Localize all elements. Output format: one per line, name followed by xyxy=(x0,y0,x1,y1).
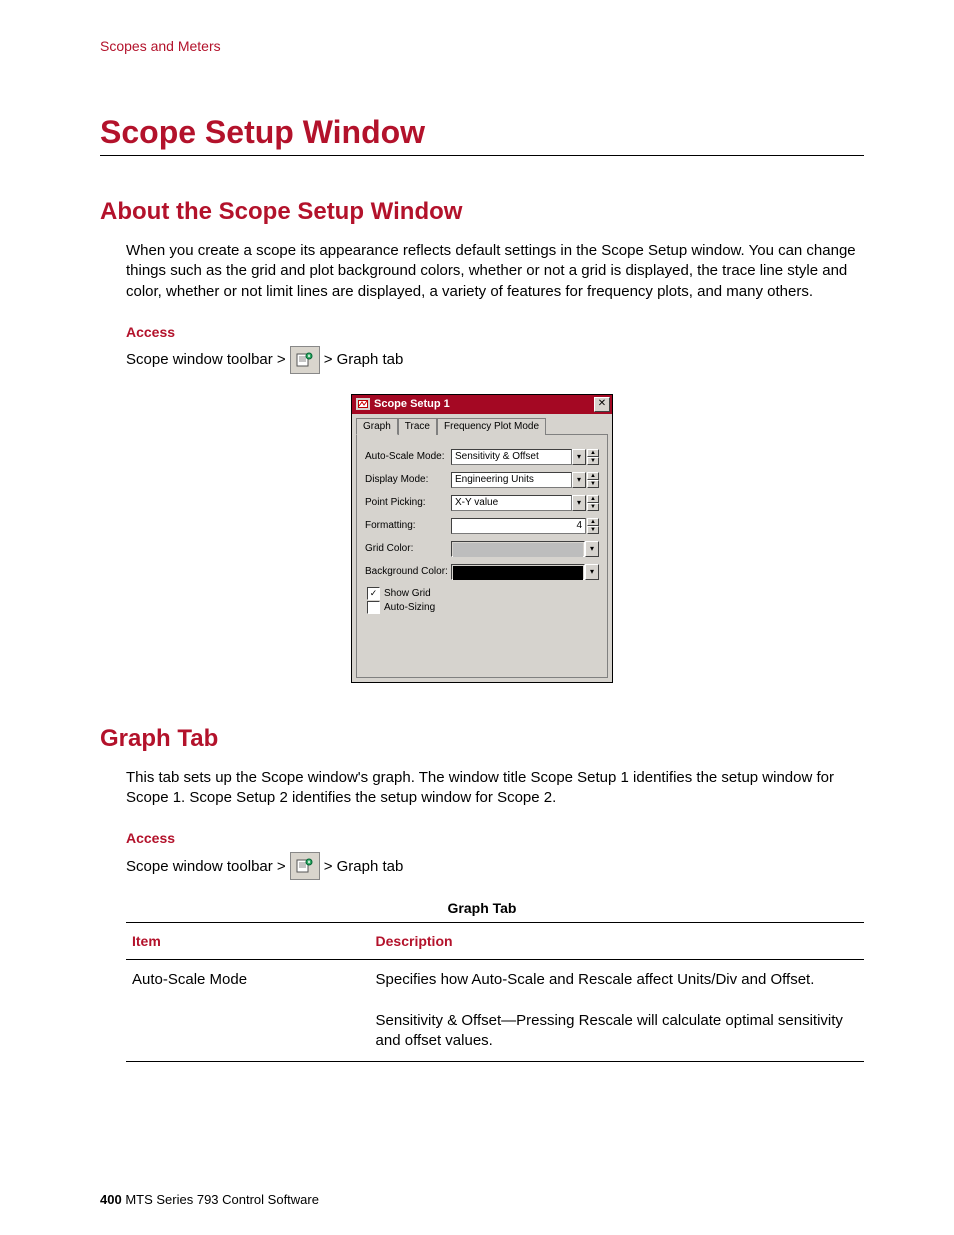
product-name: MTS Series 793 Control Software xyxy=(125,1192,319,1207)
running-header: Scopes and Meters xyxy=(100,38,864,54)
spinner-formatting[interactable]: ▲▼ xyxy=(587,518,599,534)
dialog-body: Auto-Scale Mode: Sensitivity & Offset ▲▼… xyxy=(356,434,608,678)
cell-item xyxy=(126,1001,370,1062)
graph-access-heading: Access xyxy=(126,830,864,846)
page-title: Scope Setup Window xyxy=(100,114,864,156)
close-icon[interactable]: ✕ xyxy=(594,397,610,412)
spinner-point-picking[interactable]: ▲▼ xyxy=(587,495,599,511)
graph-access-line: Scope window toolbar > > Graph tab xyxy=(126,852,864,880)
select-point-picking[interactable]: X-Y value xyxy=(451,495,572,511)
tab-trace[interactable]: Trace xyxy=(398,418,437,435)
select-auto-scale-mode[interactable]: Sensitivity & Offset xyxy=(451,449,572,465)
checkbox-label: Show Grid xyxy=(384,588,431,599)
dropdown-icon[interactable] xyxy=(572,449,586,465)
spinner-display-mode[interactable]: ▲▼ xyxy=(587,472,599,488)
access-prefix: Scope window toolbar > xyxy=(126,858,286,875)
cell-desc: Specifies how Auto-Scale and Rescale aff… xyxy=(370,960,864,1001)
swatch-grid-color[interactable] xyxy=(451,541,585,557)
table-row: Auto-Scale Mode Specifies how Auto-Scale… xyxy=(126,960,864,1001)
access-prefix: Scope window toolbar > xyxy=(126,351,286,368)
tab-graph[interactable]: Graph xyxy=(356,418,398,435)
page-number: 400 xyxy=(100,1192,122,1207)
page-footer: 400 MTS Series 793 Control Software xyxy=(100,1192,319,1207)
dialog-titlebar: Scope Setup 1 ✕ xyxy=(352,395,612,414)
access-suffix: > Graph tab xyxy=(324,858,404,875)
dropdown-icon[interactable] xyxy=(572,495,586,511)
about-access-heading: Access xyxy=(126,324,864,340)
access-suffix: > Graph tab xyxy=(324,351,404,368)
table-row: Sensitivity & Offset—Pressing Rescale wi… xyxy=(126,1001,864,1062)
tab-frequency-plot-mode[interactable]: Frequency Plot Mode xyxy=(437,418,546,435)
graph-tab-table: Item Description Auto-Scale Mode Specifi… xyxy=(126,922,864,1062)
about-heading: About the Scope Setup Window xyxy=(100,198,864,226)
checkbox-label: Auto-Sizing xyxy=(384,602,435,613)
dropdown-icon[interactable] xyxy=(572,472,586,488)
select-display-mode[interactable]: Engineering Units xyxy=(451,472,572,488)
about-access-line: Scope window toolbar > > Graph tab xyxy=(126,346,864,374)
properties-icon xyxy=(290,346,320,374)
table-caption: Graph Tab xyxy=(100,900,864,916)
about-body: When you create a scope its appearance r… xyxy=(126,241,864,302)
check-icon xyxy=(367,601,380,614)
dialog-app-icon xyxy=(356,398,370,410)
dropdown-icon[interactable] xyxy=(585,564,599,580)
dropdown-icon[interactable] xyxy=(585,541,599,557)
label-background-color: Background Color: xyxy=(365,566,451,577)
col-item: Item xyxy=(126,923,370,960)
properties-icon xyxy=(290,852,320,880)
checkbox-auto-sizing[interactable]: Auto-Sizing xyxy=(367,601,599,614)
label-point-picking: Point Picking: xyxy=(365,497,451,508)
label-auto-scale-mode: Auto-Scale Mode: xyxy=(365,451,451,462)
cell-item: Auto-Scale Mode xyxy=(126,960,370,1001)
cell-desc: Sensitivity & Offset—Pressing Rescale wi… xyxy=(370,1001,864,1062)
col-description: Description xyxy=(370,923,864,960)
check-icon: ✓ xyxy=(367,587,380,600)
graph-tab-heading: Graph Tab xyxy=(100,725,864,753)
label-grid-color: Grid Color: xyxy=(365,543,451,554)
graph-tab-body: This tab sets up the Scope window's grap… xyxy=(126,768,864,809)
checkbox-show-grid[interactable]: ✓ Show Grid xyxy=(367,587,599,600)
swatch-background-color[interactable] xyxy=(451,564,585,580)
spinner-auto-scale[interactable]: ▲▼ xyxy=(587,449,599,465)
label-display-mode: Display Mode: xyxy=(365,474,451,485)
dialog-tabs: Graph Trace Frequency Plot Mode xyxy=(352,414,612,435)
input-formatting[interactable]: 4 xyxy=(451,518,586,534)
scope-setup-dialog: Scope Setup 1 ✕ Graph Trace Frequency Pl… xyxy=(351,394,613,683)
label-formatting: Formatting: xyxy=(365,520,451,531)
dialog-title: Scope Setup 1 xyxy=(374,398,450,410)
